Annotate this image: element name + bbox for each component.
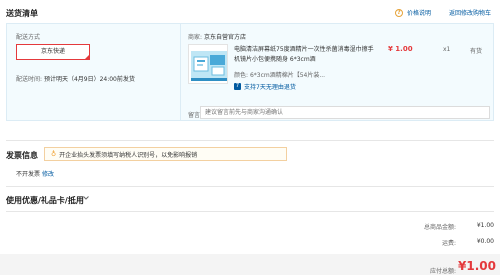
section-title-invoice: 发票信息 — [6, 151, 38, 160]
return-policy-label: 支持7天无理由退货 — [244, 84, 296, 91]
shipping-option-jd-express[interactable]: 京东快递 — [16, 44, 90, 60]
divider — [6, 186, 494, 187]
shipping-option-label: 京东快递 — [40, 48, 65, 55]
merchant-info: 商家: 京东自营官方店 — [188, 32, 246, 41]
shipping-time-label: 配送时间: — [16, 76, 43, 83]
return-policy: 7 支持7天无理由退货 — [234, 82, 296, 91]
product-name-link[interactable]: 电脑清洁屏幕纸75度酒精片一次性杀菌消毒湿巾擦手机镜片小包便携随身 6*3cm酒 — [234, 45, 374, 65]
shipping-time-value: 预计明天（4月9日）24:00前发货 — [43, 76, 135, 83]
invoice-tip: ♁ 开企业抬头发票须填写纳税人识别号，以免影响报销 — [44, 147, 287, 161]
freight-value: ¥0.00 — [476, 238, 494, 245]
lightbulb-icon: ♁ — [51, 150, 57, 158]
product-thumbnail-icon — [189, 45, 227, 83]
section-title-delivery-list: 送货清单 — [6, 9, 38, 18]
freight-label: 运费: — [441, 240, 456, 247]
product-spec-value: 6*3cm酒精棉片【54片装... — [249, 72, 326, 79]
product-spec-label: 颜色: — [234, 72, 249, 79]
order-note-input[interactable] — [200, 106, 490, 119]
chevron-down-icon[interactable] — [82, 194, 90, 202]
goods-amount-label: 总商品金额: — [423, 224, 456, 231]
selected-corner-icon — [84, 54, 90, 60]
shipping-time: 配送时间: 预计明天（4月9日）24:00前发货 — [16, 74, 135, 83]
product-spec: 颜色: 6*3cm酒精棉片【54片装... — [234, 70, 374, 79]
price-note-label: 价格说明 — [407, 10, 432, 17]
back-to-cart-link[interactable]: 返回修改购物车 — [449, 8, 491, 17]
product-quantity: x1 — [443, 46, 451, 53]
merchant-name[interactable]: 京东自营官方店 — [204, 34, 246, 41]
invoice-status: 不开发票 — [16, 171, 41, 178]
invoice-tip-text: 开企业抬头发票须填写纳税人识别号，以免影响报销 — [59, 151, 198, 159]
goods-amount-value: ¥1.00 — [476, 222, 494, 229]
merchant-label: 商家: — [188, 34, 203, 41]
shipping-method-label: 配送方式 — [16, 34, 41, 41]
return-policy-icon: 7 — [234, 83, 241, 90]
invoice-modify-link[interactable]: 修改 — [42, 169, 54, 178]
product-stock-status: 有货 — [470, 48, 483, 55]
product-price: ¥ 1.00 — [388, 45, 413, 53]
payable-total-value: ¥1.00 — [458, 259, 496, 273]
divider — [6, 140, 494, 141]
price-note-link[interactable]: ? 价格说明 — [395, 8, 431, 17]
product-image[interactable] — [188, 44, 228, 84]
question-icon: ? — [395, 8, 403, 17]
coupons-toggle[interactable]: 使用优惠/礼品卡/抵用 — [6, 195, 84, 206]
divider — [6, 211, 494, 212]
